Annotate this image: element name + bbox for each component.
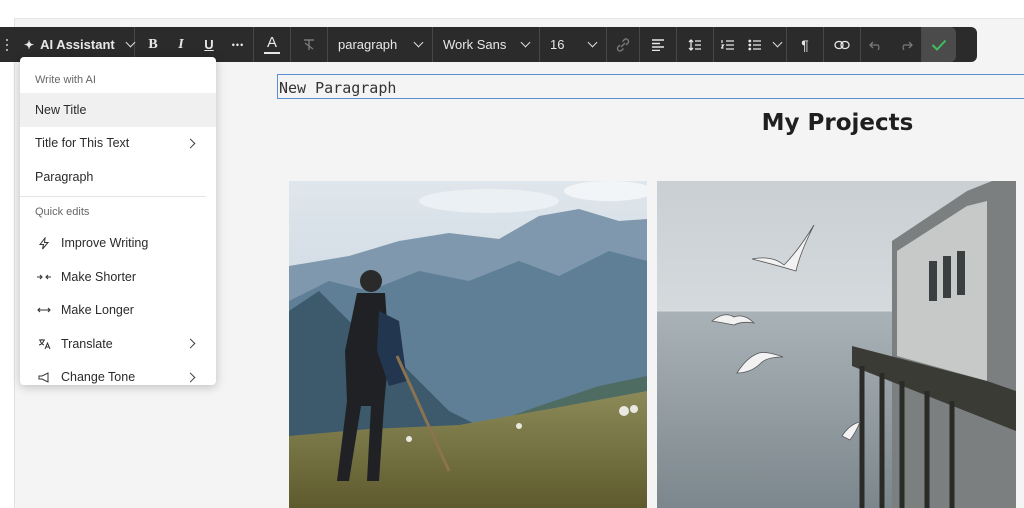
list-options-dropdown[interactable] — [768, 27, 786, 62]
chain-link-icon[interactable] — [824, 27, 860, 62]
menu-item-label: Translate — [61, 336, 113, 351]
page-heading[interactable]: My Projects — [740, 110, 935, 136]
chevron-down-icon — [772, 37, 782, 48]
bullet-list-icon[interactable] — [742, 27, 768, 62]
chevron-right-icon — [185, 372, 196, 382]
menu-item-improve-writing[interactable]: Improve Writing — [20, 227, 216, 261]
drag-handle-icon[interactable] — [0, 27, 14, 62]
block-type-value: paragraph — [338, 37, 398, 52]
menu-item-label: Improve Writing — [61, 236, 149, 251]
shrink-icon — [35, 273, 53, 281]
numbered-list-icon[interactable] — [714, 27, 742, 62]
chevron-down-icon — [520, 37, 531, 48]
paragraph-mark-icon[interactable]: ¶ — [787, 27, 823, 62]
sparkle-icon: ✦ — [24, 37, 35, 52]
left-gutter — [0, 18, 15, 508]
translate-icon — [35, 338, 53, 350]
confirm-button[interactable] — [922, 27, 956, 62]
chevron-down-icon — [587, 37, 598, 48]
menu-item-label: Make Longer — [61, 303, 134, 318]
menu-item-label: Make Shorter — [61, 269, 137, 284]
font-size-value: 16 — [550, 37, 565, 52]
expand-icon — [35, 306, 53, 314]
text-color-icon: A — [266, 34, 277, 51]
top-strip — [0, 0, 1024, 19]
menu-item-change-tone[interactable]: Change Tone — [20, 361, 216, 386]
font-family-dropdown[interactable]: Work Sans — [433, 27, 539, 62]
block-type-dropdown[interactable]: paragraph — [328, 27, 432, 62]
chevron-down-icon — [413, 37, 424, 48]
menu-item-make-shorter[interactable]: Make Shorter — [20, 260, 216, 294]
menu-item-paragraph[interactable]: Paragraph — [20, 160, 216, 194]
checkmark-icon — [931, 39, 947, 51]
link-icon[interactable] — [607, 27, 639, 62]
menu-item-label: Change Tone — [61, 370, 136, 385]
chevron-right-icon — [185, 338, 196, 349]
menu-section-write-with-ai: Write with AI — [35, 74, 96, 86]
more-formatting-button[interactable]: ••• — [223, 27, 253, 62]
chevron-right-icon — [185, 138, 196, 148]
font-family-value: Work Sans — [443, 37, 507, 52]
paragraph-text[interactable]: New Paragraph — [279, 79, 396, 97]
undo-icon[interactable] — [861, 27, 891, 62]
text-color-button[interactable]: A — [254, 27, 290, 62]
menu-item-label: Paragraph — [35, 169, 94, 184]
menu-item-new-title[interactable]: New Title — [20, 93, 216, 127]
menu-section-quick-edits: Quick edits — [35, 205, 90, 218]
lightning-icon — [35, 236, 53, 250]
project-image-seabirds-pier[interactable] — [657, 181, 1016, 508]
ai-assistant-menu: Write with AI New Title Title for This T… — [20, 57, 216, 385]
menu-item-title-for-this-text[interactable]: Title for This Text — [20, 127, 216, 161]
project-image-mountain-hiker[interactable] — [289, 181, 647, 508]
redo-icon[interactable] — [891, 27, 921, 62]
menu-item-label: New Title — [35, 102, 87, 117]
ai-assistant-label: AI Assistant — [40, 37, 115, 52]
menu-item-label: Title for This Text — [35, 136, 130, 151]
line-height-icon[interactable] — [677, 27, 713, 62]
megaphone-icon — [35, 371, 53, 383]
font-size-dropdown[interactable]: 16 — [540, 27, 606, 62]
menu-item-translate[interactable]: Translate — [20, 327, 216, 361]
menu-item-make-longer[interactable]: Make Longer — [20, 294, 216, 328]
clear-formatting-icon[interactable] — [291, 27, 327, 62]
align-left-icon[interactable] — [640, 27, 676, 62]
